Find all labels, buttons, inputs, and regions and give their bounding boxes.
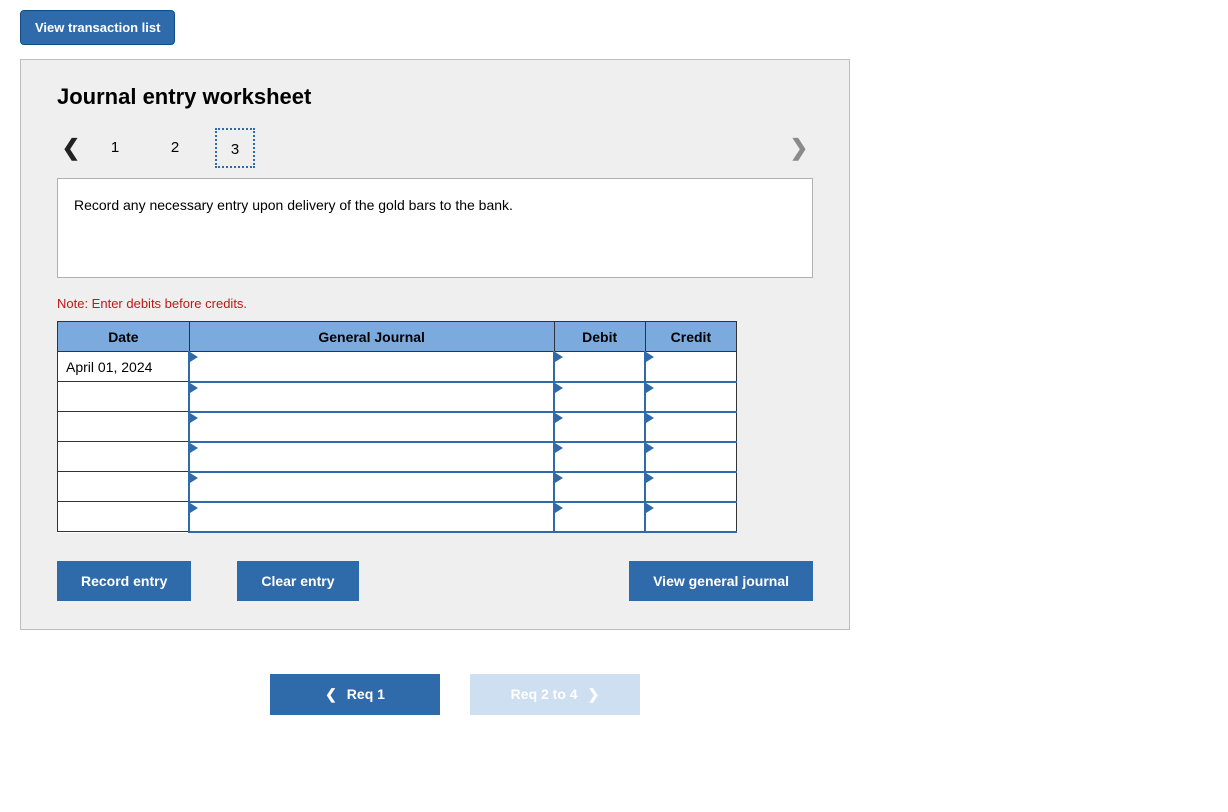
table-row: April 01, 2024 <box>58 352 737 382</box>
bottom-nav: ❮ Req 1 Req 2 to 4 ❯ <box>40 674 870 715</box>
tab-prev-icon[interactable]: ❮ <box>57 135 85 161</box>
next-req-button[interactable]: Req 2 to 4 ❯ <box>470 674 640 715</box>
table-row <box>58 502 737 532</box>
general-journal-cell[interactable] <box>189 442 554 472</box>
debit-cell[interactable] <box>554 442 645 472</box>
general-journal-cell[interactable] <box>189 352 554 382</box>
date-cell[interactable] <box>58 502 190 532</box>
clear-entry-button[interactable]: Clear entry <box>237 561 358 601</box>
worksheet-tab-3[interactable]: 3 <box>215 128 255 168</box>
note-text: Note: Enter debits before credits. <box>57 296 813 311</box>
credit-cell[interactable] <box>645 352 736 382</box>
next-req-label: Req 2 to 4 <box>511 686 578 702</box>
general-journal-cell[interactable] <box>189 412 554 442</box>
credit-cell[interactable] <box>645 382 736 412</box>
journal-entry-table: Date General Journal Debit Credit April … <box>57 321 737 533</box>
view-transaction-list-button[interactable]: View transaction list <box>20 10 175 45</box>
worksheet-title: Journal entry worksheet <box>57 84 813 110</box>
date-cell[interactable] <box>58 412 190 442</box>
instruction-text: Record any necessary entry upon delivery… <box>57 178 813 278</box>
credit-cell[interactable] <box>645 472 736 502</box>
col-general-journal-header: General Journal <box>189 322 554 352</box>
record-entry-button[interactable]: Record entry <box>57 561 191 601</box>
prev-req-label: Req 1 <box>347 686 385 702</box>
credit-cell[interactable] <box>645 412 736 442</box>
date-cell[interactable] <box>58 472 190 502</box>
debit-cell[interactable] <box>554 472 645 502</box>
credit-cell[interactable] <box>645 442 736 472</box>
date-cell[interactable] <box>58 382 190 412</box>
action-row: Record entry Clear entry View general jo… <box>57 561 813 601</box>
table-row <box>58 472 737 502</box>
table-row <box>58 442 737 472</box>
table-row <box>58 412 737 442</box>
journal-entry-worksheet-panel: Journal entry worksheet ❮ 1 2 3 ❯ Record… <box>20 59 850 630</box>
general-journal-cell[interactable] <box>189 472 554 502</box>
col-debit-header: Debit <box>554 322 645 352</box>
worksheet-tab-row: ❮ 1 2 3 ❯ <box>57 128 813 168</box>
view-general-journal-button[interactable]: View general journal <box>629 561 813 601</box>
debit-cell[interactable] <box>554 352 645 382</box>
debit-cell[interactable] <box>554 502 645 532</box>
date-cell[interactable] <box>58 442 190 472</box>
credit-cell[interactable] <box>645 502 736 532</box>
table-row <box>58 382 737 412</box>
general-journal-cell[interactable] <box>189 502 554 532</box>
chevron-left-icon: ❮ <box>325 686 337 703</box>
worksheet-tab-2[interactable]: 2 <box>155 128 195 168</box>
worksheet-tab-1[interactable]: 1 <box>95 128 135 168</box>
debit-cell[interactable] <box>554 412 645 442</box>
date-cell[interactable]: April 01, 2024 <box>58 352 190 382</box>
chevron-right-icon: ❯ <box>588 686 600 703</box>
tab-next-icon[interactable]: ❯ <box>785 135 813 161</box>
general-journal-cell[interactable] <box>189 382 554 412</box>
col-date-header: Date <box>58 322 190 352</box>
debit-cell[interactable] <box>554 382 645 412</box>
col-credit-header: Credit <box>645 322 736 352</box>
prev-req-button[interactable]: ❮ Req 1 <box>270 674 440 715</box>
